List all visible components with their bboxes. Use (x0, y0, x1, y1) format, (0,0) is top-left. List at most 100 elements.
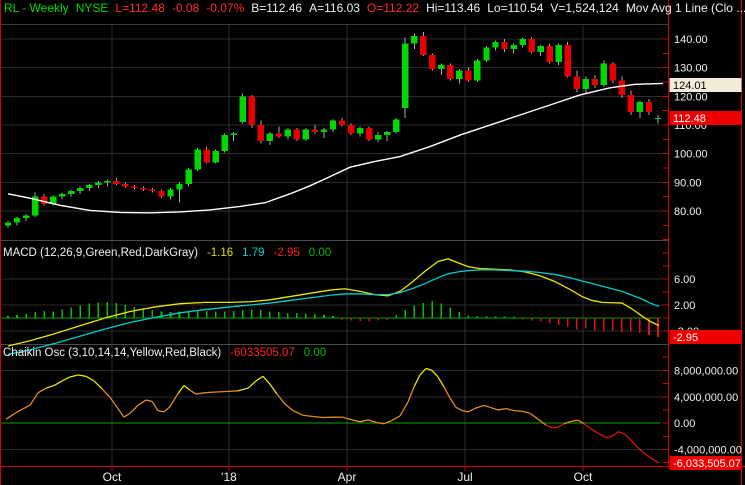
price-axis-drag-area[interactable] (668, 25, 745, 467)
chaikin-line-segment (611, 431, 619, 437)
chaikin-line-segment (437, 376, 445, 388)
chaikin-line-segment (407, 386, 415, 403)
macd-signal-value: 1.79 (242, 247, 265, 259)
candle-body (564, 44, 571, 77)
chaikin-line-segment (61, 376, 71, 382)
candle-body (474, 60, 481, 81)
chaikin-line-segment (177, 385, 185, 394)
volume-value: V=1,524,124 (550, 1, 619, 15)
candle-body (429, 54, 436, 70)
candle-body (266, 133, 274, 141)
candle-body (176, 183, 183, 190)
chaikin-line-segment (647, 455, 655, 461)
quote-header: RL - Weekly NYSE L=112.48 -0.08 -0.07% B=112.… (4, 1, 745, 15)
chaikin-line-segment (557, 423, 565, 428)
open-value: O=112.22 (366, 1, 420, 15)
candle-body (609, 63, 617, 81)
chaikin-line-segment (629, 438, 637, 446)
chaikin-line-segment (589, 427, 599, 434)
candle-body (311, 129, 319, 133)
candle-body (239, 96, 246, 123)
chaikin-line-segment (169, 393, 179, 407)
candle-body (519, 39, 526, 45)
chaikin-line-segment (123, 412, 131, 418)
ask-value: A=116.03 (309, 1, 360, 15)
chaikin-line-segment (419, 367, 427, 376)
candle-body (329, 120, 337, 130)
candle-body (483, 47, 490, 61)
chaikin-line-segment (359, 419, 369, 423)
time-axis-drag-area[interactable] (0, 467, 668, 485)
chaikin-line-segment (597, 432, 607, 439)
candle-body (320, 129, 328, 133)
macd-indicator-label: MACD (12,26,9,Green,Red,DarkGray) -1.16 1.… (3, 247, 340, 259)
chaikin-indicator-name: Chaikin Osc (3,10,14,14,Yellow,Red,Black… (3, 347, 222, 359)
chaikin-line-segment (29, 392, 39, 406)
bid-value: B=112.46 (251, 1, 303, 15)
candle-body (555, 44, 562, 62)
candle-body (365, 127, 373, 140)
candle-body (86, 185, 93, 189)
chaikin-line-segment (85, 375, 95, 382)
candle-body (537, 46, 544, 52)
candle-body (302, 129, 310, 140)
candle-body (95, 182, 102, 186)
chart-canvas[interactable]: 140.00130.00120.00110.00100.0090.0080.00… (0, 0, 745, 485)
chaikin-line-segment (521, 410, 531, 414)
macd-histogram-value: -2.95 (273, 247, 300, 259)
chaikin-line-segment (137, 399, 147, 406)
candle-body (573, 76, 580, 90)
chaikin-line-segment (53, 380, 63, 387)
chaikin-line-segment (255, 375, 264, 382)
candle-body (275, 133, 283, 137)
chaikin-line-segment (77, 374, 87, 377)
candle-body (582, 79, 589, 90)
chaikin-line-segment (37, 387, 47, 394)
candle-body (113, 180, 120, 184)
chaikin-line-segment (623, 433, 631, 440)
chaikin-line-segment (13, 408, 23, 415)
last-price-value: L=112.48 (115, 1, 165, 15)
chaikin-line-segment (391, 415, 401, 422)
candle-body (4, 222, 12, 226)
candle-body (104, 180, 111, 183)
candle-body (212, 150, 219, 163)
chaikin-line-segment (203, 391, 215, 394)
candle-body (194, 149, 201, 170)
chaikin-line-segment (276, 393, 286, 405)
chaikin-line-segment (163, 406, 171, 413)
chaikin-line-segment (449, 397, 457, 408)
candle-body (230, 133, 237, 136)
low-value: Lo=110.54 (487, 1, 544, 15)
moving-average-line (7, 82, 664, 214)
candle-body (402, 43, 409, 108)
chaikin-line-segment (505, 407, 515, 412)
chaikin-zero-value: 0.00 (303, 347, 327, 359)
chaikin-line-segment (653, 459, 660, 464)
candle-body (248, 96, 255, 126)
chaikin-line-segment (467, 407, 477, 413)
chaikin-line-segment (284, 403, 294, 412)
macd-zero-value: 0.00 (308, 247, 332, 259)
chaikin-line-segment (93, 380, 103, 390)
candle-body (528, 39, 535, 52)
chaikin-line-segment (45, 384, 55, 389)
candle-body (131, 186, 138, 189)
candle-body (465, 70, 472, 81)
candle-body (492, 41, 499, 48)
chaikin-line-segment (269, 383, 278, 395)
chaikin-line-segment (513, 409, 523, 412)
chaikin-line-segment (101, 388, 111, 398)
chaikin-line-segment (583, 423, 591, 429)
candle-body (645, 102, 653, 113)
chaikin-line-segment (262, 375, 271, 385)
candle-body (203, 149, 210, 163)
chaikin-line-segment (5, 413, 15, 420)
chaikin-line-segment (399, 401, 409, 417)
chaikin-line-segment (117, 408, 125, 418)
trading-chart-window: RL - Weekly NYSE L=112.48 -0.08 -0.07% B=112.… (0, 0, 745, 485)
candle-body (374, 135, 382, 140)
candle-body (392, 119, 400, 133)
chaikin-line-segment (109, 397, 119, 410)
chaikin-line-segment (247, 380, 257, 389)
